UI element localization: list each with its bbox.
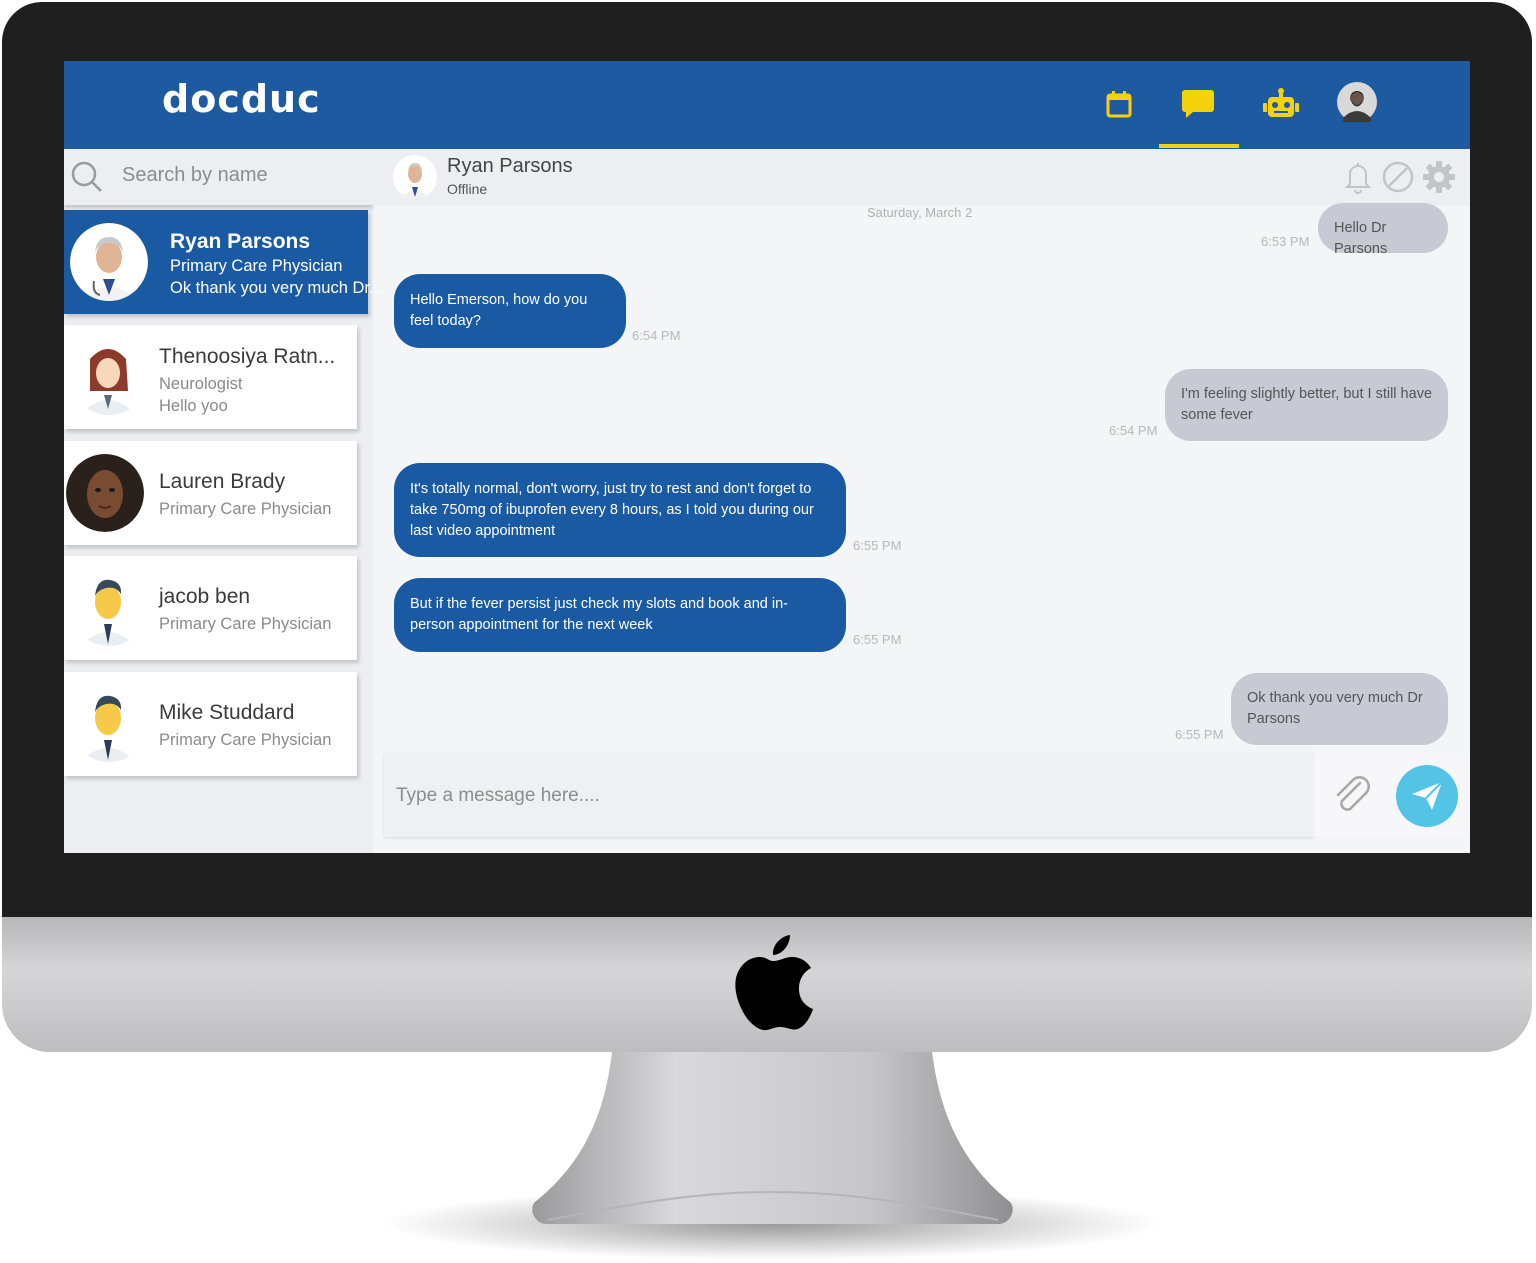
paperclip-icon[interactable]: [1330, 773, 1374, 817]
search-input[interactable]: Search by name: [122, 164, 268, 187]
contact-card[interactable]: Mike Studdard Primary Care Physician: [64, 672, 357, 776]
send-icon: [1412, 781, 1443, 810]
message-outgoing: Ok thank you very much Dr Parsons: [1231, 673, 1448, 745]
contact-specialty: Primary Care Physician: [170, 257, 343, 275]
message-time: 6:55 PM: [853, 632, 902, 647]
send-button[interactable]: [1396, 765, 1458, 827]
message-input[interactable]: [394, 773, 1298, 819]
contact-name: Lauren Brady: [159, 470, 286, 493]
apple-logo-icon: [735, 935, 813, 1031]
contact-specialty: Neurologist: [159, 375, 243, 393]
search-bar[interactable]: Search by name: [64, 149, 373, 205]
block-icon[interactable]: [1381, 160, 1415, 194]
message-incoming: It's totally normal, don't worry, just t…: [394, 463, 846, 557]
peer-avatar[interactable]: [393, 155, 437, 199]
peer-status: Offline: [447, 181, 488, 197]
contact-card[interactable]: jacob ben Primary Care Physician: [64, 556, 357, 660]
contact-last-message: Hello yoo: [159, 397, 228, 415]
contact-name: Mike Studdard: [159, 701, 295, 724]
message-time: 6:54 PM: [1109, 423, 1158, 438]
top-navbar: docduc: [64, 61, 1470, 149]
contact-last-message: Ok thank you very much Dr...: [170, 279, 383, 297]
message-time: 6:53 PM: [1261, 234, 1310, 249]
app-logo[interactable]: docduc: [162, 77, 321, 121]
message-time: 6:55 PM: [1175, 727, 1224, 742]
date-separator: Saturday, March 2: [867, 205, 973, 220]
contact-specialty: Primary Care Physician: [159, 615, 332, 633]
message-outgoing: I'm feeling slightly better, but I still…: [1165, 369, 1448, 441]
contact-name: jacob ben: [159, 585, 251, 608]
message-composer: [384, 753, 1314, 837]
robot-icon[interactable]: [1261, 85, 1301, 125]
app-screen: docduc Search by name Ryan Parsons Prima…: [64, 61, 1470, 853]
doctor-avatar: [70, 223, 148, 301]
calendar-icon[interactable]: [1099, 85, 1139, 125]
message-incoming: But if the fever persist just check my s…: [394, 578, 846, 652]
contacts-sidebar: Search by name Ryan Parsons Primary Care…: [64, 149, 383, 853]
monitor-chin: [2, 917, 1532, 1052]
bell-icon[interactable]: [1341, 159, 1375, 195]
contact-name: Ryan Parsons: [170, 230, 311, 253]
message-time: 6:55 PM: [853, 538, 902, 553]
chat-icon[interactable]: [1178, 85, 1218, 125]
message-outgoing: Hello Dr Parsons: [1318, 203, 1448, 257]
doctor-avatar: [70, 684, 148, 762]
user-avatar[interactable]: [1337, 82, 1377, 122]
message-incoming: Hello Emerson, how do you feel today?: [394, 274, 626, 348]
peer-name: Ryan Parsons: [447, 155, 573, 177]
contact-card[interactable]: Ryan Parsons Primary Care Physician Ok t…: [64, 210, 383, 314]
contact-specialty: Primary Care Physician: [159, 731, 332, 749]
search-icon: [71, 161, 102, 192]
doctor-avatar: [70, 568, 148, 646]
doctor-avatar: [66, 454, 144, 532]
contact-name: Thenoosiya Ratn...: [159, 345, 336, 368]
contact-card[interactable]: Lauren Brady Primary Care Physician: [64, 441, 357, 545]
chat-header: Ryan Parsons Offline: [373, 149, 1470, 205]
contact-card[interactable]: Thenoosiya Ratn... Neurologist Hello yoo: [64, 325, 357, 429]
doctor-avatar: [70, 337, 148, 415]
message-time: 6:54 PM: [632, 328, 681, 343]
active-tab-indicator: [1159, 144, 1239, 148]
monitor-stand: [384, 1052, 1160, 1260]
contact-specialty: Primary Care Physician: [159, 500, 332, 518]
gear-icon[interactable]: [1421, 159, 1457, 195]
